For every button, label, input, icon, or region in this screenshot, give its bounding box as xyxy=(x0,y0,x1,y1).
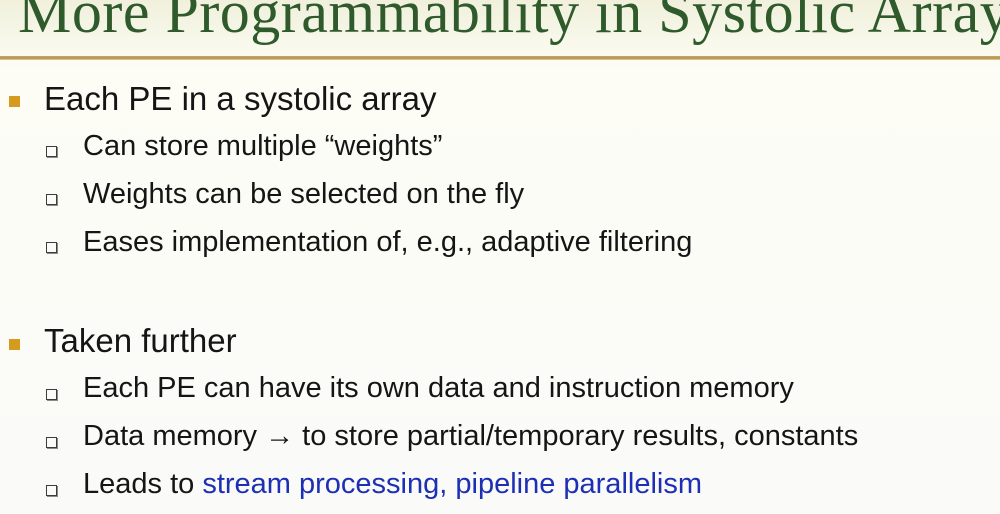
bullet-level2: Can store multiple “weights” xyxy=(83,130,443,162)
highlighted-term-link[interactable]: stream processing, pipeline parallelism xyxy=(202,468,702,500)
bullet-level1: Taken further xyxy=(44,322,237,359)
level2-bullet-marker-icon xyxy=(46,194,57,205)
bullet-level2: Eases implementation of, e.g., adaptive … xyxy=(83,226,693,258)
bullet-level2-prefix: Leads to xyxy=(83,468,203,500)
level2-bullet-marker-icon xyxy=(46,242,57,253)
bullet-level2: Weights can be selected on the fly xyxy=(83,178,525,210)
level2-bullet-marker-icon xyxy=(46,389,57,400)
bullet-level2: Each PE can have its own data and instru… xyxy=(83,372,794,404)
bullet-list: Each PE in a systolic array Can store mu… xyxy=(0,0,1000,514)
bullet-level1: Each PE in a systolic array xyxy=(44,80,437,117)
level1-bullet-marker-icon xyxy=(9,339,20,350)
bullet-level2: Data memory → to store partial/temporary… xyxy=(83,420,859,452)
level2-bullet-marker-icon xyxy=(46,485,57,496)
level1-bullet-marker-icon xyxy=(9,96,20,107)
level2-bullet-marker-icon xyxy=(46,437,57,448)
bullet-level2: Leads to stream processing, pipeline par… xyxy=(83,468,702,501)
level2-bullet-marker-icon xyxy=(46,146,57,157)
slide: More Programmability in Systolic Arrays … xyxy=(0,0,1000,514)
